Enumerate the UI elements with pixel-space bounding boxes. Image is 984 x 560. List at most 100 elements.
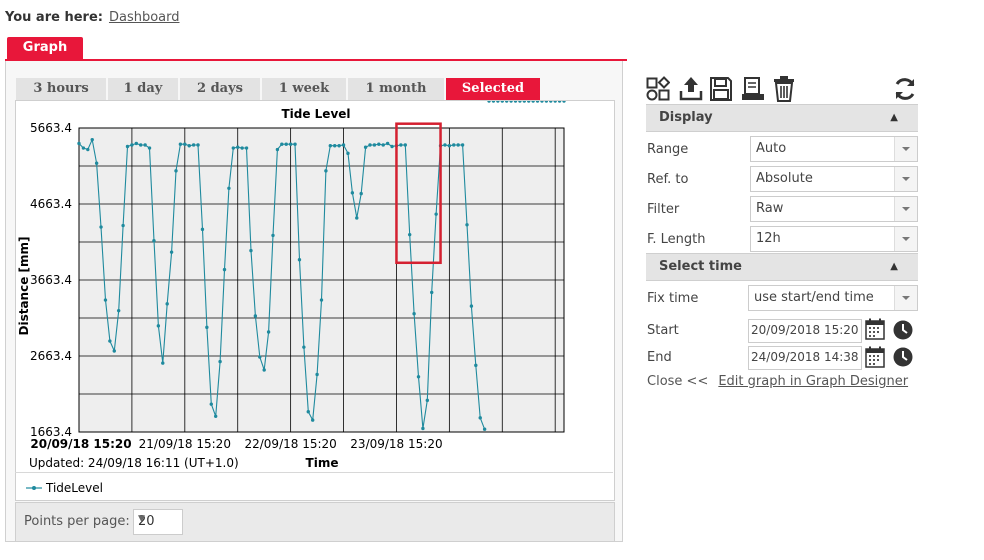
tab-1-day[interactable]: 1 day (108, 78, 178, 100)
series-point (443, 143, 447, 147)
series-point (94, 161, 99, 165)
chart-title: Tide Level (281, 107, 350, 121)
save-icon[interactable] (709, 76, 733, 102)
series-point (416, 375, 421, 379)
series-point (205, 325, 209, 330)
start-label: Start (647, 323, 679, 338)
points-per-page-select[interactable]: 20 ▼ (133, 509, 183, 535)
series-point (452, 143, 456, 147)
chevron-down-icon: ▼ (138, 514, 145, 524)
series-point (531, 101, 535, 103)
tab-1-month[interactable]: 1 month (348, 78, 444, 100)
calendar-icon[interactable] (865, 318, 885, 340)
series-point (284, 142, 288, 146)
close-panel-link[interactable]: Close << (647, 374, 708, 389)
series-point (161, 361, 165, 365)
select-time-section-header[interactable]: Select time ▲ (646, 253, 918, 281)
filter-value: Raw (756, 201, 784, 216)
series-point (381, 143, 385, 147)
chart-legend[interactable]: TideLevel (26, 481, 103, 495)
series-point (333, 144, 337, 148)
series-point (293, 142, 297, 146)
series-point (218, 359, 222, 364)
series-point (209, 402, 213, 406)
series-point (430, 290, 434, 295)
start-datetime-input[interactable] (749, 320, 861, 340)
series-point (491, 101, 496, 103)
series-point (86, 147, 90, 152)
series-point (77, 141, 81, 146)
start-datetime-field[interactable] (748, 319, 862, 343)
tab-2-days[interactable]: 2 days (180, 78, 260, 100)
series-point (465, 223, 469, 227)
fix-time-select[interactable]: use start/end time (748, 285, 918, 311)
ref-to-label: Ref. to (647, 172, 689, 187)
series-point (152, 239, 156, 243)
print-icon[interactable] (741, 76, 765, 102)
series-point (390, 144, 394, 149)
series-point (368, 143, 372, 147)
series-point (504, 101, 509, 103)
clock-icon[interactable] (893, 320, 913, 340)
calendar-icon[interactable] (865, 346, 885, 368)
series-point (341, 143, 346, 147)
delete-icon[interactable] (772, 76, 796, 102)
series-point (337, 144, 341, 148)
series-point (412, 311, 416, 316)
range-select[interactable]: Auto (750, 136, 918, 162)
series-point (324, 169, 328, 173)
refresh-icon[interactable] (892, 76, 918, 102)
series-point (421, 426, 425, 431)
ref-to-select[interactable]: Absolute (750, 166, 918, 192)
clock-icon[interactable] (893, 347, 913, 367)
series-point (544, 101, 549, 103)
breadcrumb: You are here: Dashboard (5, 10, 180, 25)
series-point (425, 398, 430, 403)
display-section-header[interactable]: Display ▲ (646, 104, 918, 132)
breadcrumb-dashboard-link[interactable]: Dashboard (109, 10, 180, 25)
series-point (266, 330, 271, 334)
series-point (196, 143, 200, 147)
panel-footer-links: Close << Edit graph in Graph Designer (647, 374, 908, 389)
series-point (460, 143, 465, 147)
series-point (227, 186, 231, 190)
series-point (509, 101, 513, 103)
tab-1-week[interactable]: 1 week (262, 78, 346, 100)
series-point (147, 146, 152, 150)
fix-time-label: Fix time (647, 291, 699, 306)
series-point (156, 324, 161, 328)
series-point (469, 304, 474, 308)
tide-level-chart[interactable]: Tide Level 5663.44663.43663.42663.41663.… (16, 101, 614, 500)
x-tick-label: 22/09/18 15:20 (244, 437, 336, 451)
chart-xlabel: Time (306, 456, 339, 470)
tab-3-hours[interactable]: 3 hours (16, 78, 106, 100)
series-point (372, 143, 377, 147)
series-point (403, 143, 407, 147)
end-datetime-field[interactable] (748, 346, 862, 370)
x-tick-label: 21/09/18 15:20 (139, 437, 231, 451)
select-time-section-title: Select time (659, 259, 742, 274)
series-point (125, 144, 130, 149)
filter-select[interactable]: Raw (750, 196, 918, 222)
tab-graph[interactable]: Graph (7, 37, 83, 59)
ref-to-value: Absolute (756, 171, 813, 186)
end-datetime-input[interactable] (749, 347, 861, 367)
series-point (478, 416, 482, 420)
range-value: Auto (756, 141, 787, 156)
widgets-icon[interactable] (646, 76, 671, 102)
series-point (288, 142, 293, 146)
series-point (553, 101, 557, 103)
points-per-page-bar: Points per page: 20 ▼ (15, 502, 615, 542)
series-point (310, 418, 315, 422)
edit-graph-designer-link[interactable]: Edit graph in Graph Designer (718, 374, 908, 389)
tab-selected[interactable]: Selected (446, 78, 540, 100)
x-tick-label: 20/09/18 15:20 (30, 437, 131, 451)
series-point (116, 308, 121, 313)
upload-icon[interactable] (678, 76, 703, 102)
series-point (434, 212, 438, 216)
f-length-select[interactable]: 12h (750, 226, 918, 252)
series-point (306, 410, 310, 414)
x-tick-label: 23/09/18 15:20 (350, 437, 442, 451)
chart-ylabel: Distance [mm] (17, 237, 31, 336)
chart-updated: Updated: 24/09/18 16:11 (UT+1.0) (29, 456, 239, 470)
